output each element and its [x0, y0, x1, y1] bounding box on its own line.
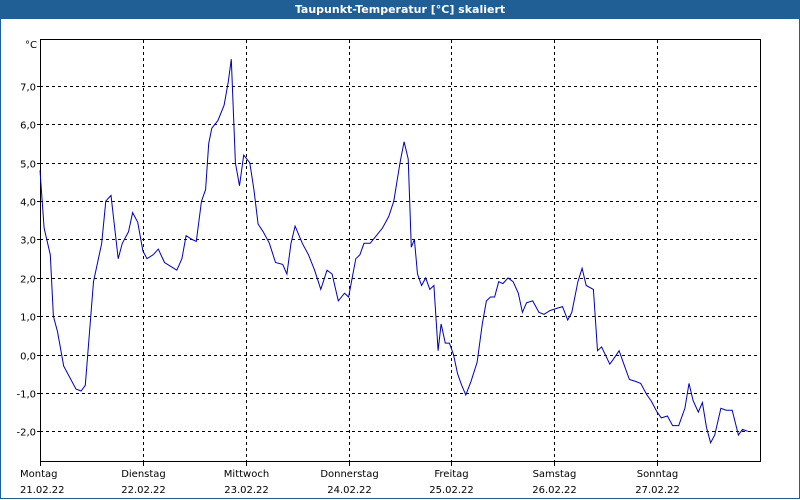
x-tick-day: Montag: [20, 469, 57, 480]
y-tick-label: 2,0: [20, 275, 36, 286]
x-tick-date: 22.02.22: [121, 485, 166, 496]
y-tick-label: 6,0: [20, 121, 36, 132]
x-tick-day: Freitag: [434, 469, 468, 480]
y-tick-label: 3,0: [20, 236, 36, 247]
y-tick-label: 0,0: [20, 352, 36, 363]
x-axis-labels: Montag 21.02.22 Dienstag 22.02.22 Mittwoch 23…: [20, 469, 680, 496]
x-tick-date: 25.02.22: [429, 485, 474, 496]
y-unit-label: °C: [25, 40, 37, 51]
x-tick-day: Donnerstag: [320, 469, 378, 480]
y-tick-label: -1,0: [16, 390, 36, 401]
y-axis-labels: 7,0 6,0 5,0 4,0 3,0 2,0 1,0 0,0 -1,0 -2,0: [16, 83, 36, 439]
dewpoint-series-line: [39, 59, 748, 445]
x-tick-day: Mittwoch: [224, 469, 269, 480]
x-tick-date: 21.02.22: [20, 485, 65, 496]
x-tick-date: 26.02.22: [532, 485, 577, 496]
y-tick-label: 1,0: [20, 313, 36, 324]
x-tick-date: 27.02.22: [635, 485, 680, 496]
x-tick-date: 23.02.22: [224, 485, 269, 496]
x-tick-day: Dienstag: [121, 469, 166, 480]
y-tick-label: -2,0: [16, 428, 36, 439]
dewpoint-chart: °C 7,0 6,0 5,0 4,0 3,0 2,0 1,0 0,0 -1,0 -2,0 Mont…: [16, 39, 761, 496]
y-tick-label: 7,0: [20, 83, 36, 94]
x-tick-date: 24.02.22: [327, 485, 372, 496]
y-tick-label: 4,0: [20, 198, 36, 209]
x-tick-day: Samstag: [533, 469, 577, 480]
x-tick-day: Sonntag: [637, 469, 679, 480]
plot-area-border: [40, 39, 761, 462]
y-tick-label: 5,0: [20, 160, 36, 171]
